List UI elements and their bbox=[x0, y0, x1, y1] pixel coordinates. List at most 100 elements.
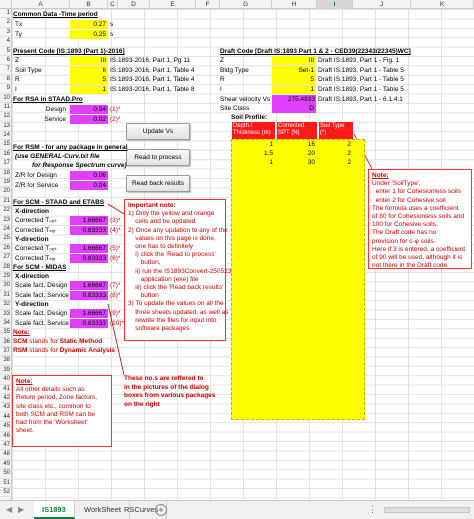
row-header[interactable]: 10 bbox=[0, 94, 11, 103]
draft-param-input[interactable]: 1 bbox=[272, 84, 316, 94]
soil-spt-cell[interactable]: 30 bbox=[277, 158, 317, 167]
row-header[interactable]: 14 bbox=[0, 131, 11, 141]
rsm-row-value: 0.04 bbox=[70, 180, 108, 190]
row-header[interactable]: 50 bbox=[0, 469, 11, 479]
result-row-value: 1.66667 bbox=[70, 244, 108, 253]
col-header-h[interactable]: H bbox=[272, 0, 317, 9]
col-header-i[interactable]: I bbox=[317, 0, 353, 9]
col-header-e[interactable]: E bbox=[150, 0, 196, 9]
col-header-k[interactable]: K bbox=[411, 0, 474, 9]
row-header[interactable]: 33 bbox=[0, 310, 11, 319]
note-line: had from the 'Worksheet' bbox=[16, 419, 88, 427]
row-header[interactable]: 41 bbox=[0, 385, 11, 395]
draft-param-input[interactable]: Set-1 bbox=[272, 65, 316, 75]
row-header[interactable]: 30 bbox=[0, 281, 11, 291]
row-header[interactable]: 46 bbox=[0, 432, 11, 441]
row-header[interactable]: 8 bbox=[0, 75, 11, 85]
row-header[interactable]: 44 bbox=[0, 413, 11, 423]
row-header[interactable]: 5 bbox=[0, 47, 11, 56]
row-header[interactable]: 43 bbox=[0, 403, 11, 413]
row-header[interactable]: 42 bbox=[0, 394, 11, 404]
row-header[interactable]: 12 bbox=[0, 112, 11, 122]
row-header[interactable]: 48 bbox=[0, 450, 11, 460]
row-header[interactable]: 52 bbox=[0, 488, 11, 498]
read-to-process-button[interactable]: Read to process bbox=[126, 149, 190, 166]
select-all-corner[interactable] bbox=[0, 0, 12, 9]
col-header-g[interactable]: G bbox=[220, 0, 272, 9]
row-header[interactable]: 15 bbox=[0, 140, 11, 150]
result-row-value: 1.66667 bbox=[70, 309, 108, 318]
add-sheet-icon[interactable]: + bbox=[155, 504, 167, 516]
row-header[interactable]: 2 bbox=[0, 18, 11, 28]
row-header[interactable]: 35 bbox=[0, 328, 11, 338]
row-header[interactable]: 27 bbox=[0, 253, 11, 263]
row-header[interactable]: 11 bbox=[0, 103, 11, 113]
row-header[interactable]: 20 bbox=[0, 187, 11, 197]
row-header[interactable]: 9 bbox=[0, 84, 11, 94]
horizontal-scrollbar[interactable] bbox=[384, 507, 470, 513]
important-note-title: Important note: bbox=[128, 202, 176, 209]
row-header[interactable]: 16 bbox=[0, 150, 11, 160]
row-header[interactable]: 39 bbox=[0, 366, 11, 376]
row-header[interactable]: 49 bbox=[0, 460, 11, 470]
row-header[interactable]: 21 bbox=[0, 197, 11, 207]
row-header[interactable]: 38 bbox=[0, 356, 11, 366]
row-header[interactable]: 19 bbox=[0, 178, 11, 188]
tab-next-icon[interactable]: ▶ bbox=[18, 505, 24, 514]
present-param-input[interactable]: 5 bbox=[70, 75, 108, 84]
row-header[interactable]: 6 bbox=[0, 56, 11, 66]
present-param-input[interactable]: II bbox=[70, 65, 108, 75]
row-header[interactable]: 23 bbox=[0, 216, 11, 225]
row-header[interactable]: 47 bbox=[0, 441, 11, 451]
col-header-f[interactable]: F bbox=[196, 0, 220, 9]
col-header-b[interactable]: B bbox=[70, 0, 108, 9]
row-header[interactable]: 40 bbox=[0, 375, 11, 385]
soil-profile-input-block[interactable] bbox=[231, 139, 365, 420]
row-header[interactable]: 18 bbox=[0, 169, 11, 179]
ty-input[interactable]: 0.25 bbox=[70, 30, 108, 39]
row-header[interactable]: 28 bbox=[0, 263, 11, 272]
row-header[interactable]: 26 bbox=[0, 244, 11, 254]
soil-spt-cell[interactable]: 20 bbox=[277, 149, 317, 158]
soil-depth-cell[interactable]: 1 bbox=[232, 158, 275, 167]
read-back-results-button[interactable]: Read back results bbox=[126, 175, 190, 192]
row-header[interactable]: 13 bbox=[0, 122, 11, 132]
row-header[interactable]: 7 bbox=[0, 65, 11, 75]
soil-spt-cell[interactable]: 16 bbox=[277, 140, 317, 149]
tx-input[interactable]: 0.27 bbox=[70, 20, 108, 29]
soil-depth-cell[interactable]: 1 bbox=[232, 140, 275, 149]
col-header-c[interactable]: C bbox=[108, 0, 118, 9]
tab-is1893[interactable]: IS1893 bbox=[34, 501, 75, 519]
present-param-input[interactable]: 1 bbox=[70, 84, 108, 94]
row-header[interactable]: 32 bbox=[0, 300, 11, 310]
more-options-icon[interactable]: ⋮ bbox=[368, 504, 377, 515]
soil-type-cell[interactable]: 2 bbox=[319, 149, 353, 158]
update-vs-button[interactable]: Update Vs bbox=[126, 123, 190, 140]
col-header-j[interactable]: J bbox=[353, 0, 411, 9]
sheet-grid[interactable]: Common Data -Time period Tx 0.27 s Ty 0.… bbox=[12, 9, 474, 500]
row-header[interactable]: 4 bbox=[0, 37, 11, 47]
note-line: 3) To update the values on all the bbox=[128, 300, 224, 308]
row-header[interactable]: 17 bbox=[0, 159, 11, 169]
draft-param-input[interactable]: 5 bbox=[272, 75, 316, 84]
row-header[interactable]: 25 bbox=[0, 234, 11, 244]
row-header[interactable]: 31 bbox=[0, 291, 11, 301]
row-header[interactable]: 34 bbox=[0, 319, 11, 329]
row-header[interactable]: 51 bbox=[0, 479, 11, 488]
draft-param-input[interactable]: III bbox=[272, 56, 316, 65]
soil-type-cell[interactable]: 2 bbox=[319, 140, 353, 149]
soil-type-cell[interactable]: 2 bbox=[319, 158, 353, 167]
present-param-input[interactable]: III bbox=[70, 56, 108, 65]
row-header[interactable]: 24 bbox=[0, 225, 11, 235]
row-header[interactable]: 3 bbox=[0, 28, 11, 38]
col-header-d[interactable]: D bbox=[118, 0, 150, 9]
col-header-a[interactable]: A bbox=[12, 0, 70, 9]
row-header[interactable]: 37 bbox=[0, 347, 11, 357]
row-header[interactable]: 36 bbox=[0, 338, 11, 348]
row-header[interactable]: 22 bbox=[0, 206, 11, 216]
soil-depth-cell[interactable]: 1.5 bbox=[232, 149, 275, 158]
row-header[interactable]: 45 bbox=[0, 422, 11, 432]
row-header[interactable]: 29 bbox=[0, 272, 11, 282]
row-header[interactable]: 1 bbox=[0, 9, 11, 19]
tab-prev-icon[interactable]: ◀ bbox=[6, 505, 12, 514]
